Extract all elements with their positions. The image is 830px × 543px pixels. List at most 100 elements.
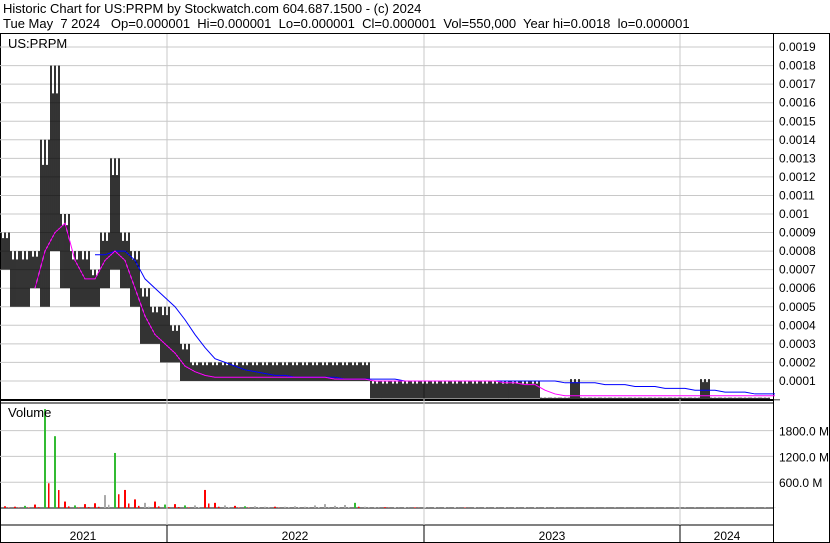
volume-bar [344,504,346,508]
volume-bar [148,506,150,508]
volume-bar [168,507,170,508]
price-tick-label: 0.0014 [779,133,816,147]
volume-bar [118,494,120,508]
volume-tick-label: 600.0 M [779,476,822,490]
volume-bar [48,483,50,508]
volume-bar [84,504,86,508]
price-tick-label: 0.0007 [779,263,816,277]
volume-bar [184,505,186,508]
volume-bar [128,503,130,508]
volume-bar [38,507,40,508]
volume-bar [208,503,210,508]
volume-bar [264,506,266,508]
volume-bar [394,507,396,508]
price-tick-label: 0.0009 [779,226,816,240]
volume-bar [384,507,386,508]
volume-bar [54,436,56,508]
volume-bar [348,507,350,508]
volume-bar [404,507,406,508]
price-tick-label: 0.0019 [779,40,816,54]
volume-bar [364,506,366,508]
volume-bar [414,507,416,508]
volume-bar [124,489,126,508]
volume-bar [24,505,26,508]
volume-bar [224,505,226,508]
volume-bar [138,505,140,508]
moving-average-short-line [34,222,775,397]
volume-bar [314,505,316,508]
volume-tick-label: 1200.0 M [779,450,829,464]
volume-bar [144,502,146,508]
volume-bar [88,507,90,508]
volume-bar [194,505,196,508]
volume-bars [4,409,780,508]
volume-bar [218,506,220,508]
price-tick-label: 0.0016 [779,96,816,110]
volume-bar [294,506,296,508]
x-axis-year-label: 2021 [70,529,97,543]
volume-bar [28,507,30,508]
x-axis-year-label: 2023 [539,529,566,543]
volume-bar [374,507,376,508]
x-axis-year-label: 2022 [282,529,309,543]
moving-averages [34,222,775,397]
volume-bar [358,506,360,508]
volume-bar [74,505,76,508]
volume-bar [14,506,16,508]
price-tick-label: 0.0012 [779,170,816,184]
price-tick-label: 0.0013 [779,151,816,165]
volume-bar [334,505,336,508]
price-tick-label: 0.0006 [779,281,816,295]
volume-bar [94,503,96,508]
volume-bar [98,506,100,508]
price-tick-label: 0.0004 [779,318,816,332]
volume-bar [214,502,216,508]
volume-bar [134,499,136,508]
grid [0,34,773,525]
volume-bar [114,452,116,508]
chart-window: Historic Chart for US:PRPM by Stockwatch… [0,0,830,543]
volume-bar [158,506,160,508]
chart-svg: 0.0001 0.0002 0.0003 0.0004 0.0005 0.0006 0.00… [0,33,830,543]
volume-bar [284,506,286,508]
price-tick-label: 0.0011 [779,188,815,202]
volume-bar [304,506,306,508]
volume-bar [188,507,190,508]
volume-bar [324,504,326,508]
volume-bar [318,507,320,508]
volume-panel-title: Volume [8,405,51,420]
volume-bar [244,506,246,508]
volume-bar [204,489,206,508]
price-tick-label: 0.0002 [779,355,816,369]
volume-tick-label: 1800.0 M [779,425,829,439]
volume-bar [328,507,330,508]
volume-bar [254,506,256,508]
price-tick-label: 0.0001 [779,374,816,388]
volume-bar [238,507,240,508]
price-tick-label: 0.0003 [779,337,816,351]
price-tick-label: 0.0008 [779,244,816,258]
volume-bar [58,490,60,508]
volume-bar [68,506,70,508]
price-tick-label: 0.0017 [779,77,816,91]
volume-bar [354,502,356,508]
volume-bar [228,507,230,508]
volume-bar [338,507,340,508]
volume-bar [4,506,6,508]
volume-bar [64,501,66,508]
price-tick-label: 0.0018 [779,59,816,73]
volume-bar [78,507,80,508]
volume-bar [178,507,180,508]
price-tick-label: 0.0015 [779,114,816,128]
volume-bar [174,504,176,508]
volume-bar [274,506,276,508]
price-panel-title: US:PRPM [8,36,67,51]
volume-bar [154,501,156,508]
volume-bar [108,504,110,508]
volume-bar [234,505,236,508]
volume-bar [104,495,106,508]
price-tick-label: 0.0005 [779,300,816,314]
volume-bar [44,409,46,508]
volume-bar [34,504,36,508]
volume-bar [164,504,166,508]
